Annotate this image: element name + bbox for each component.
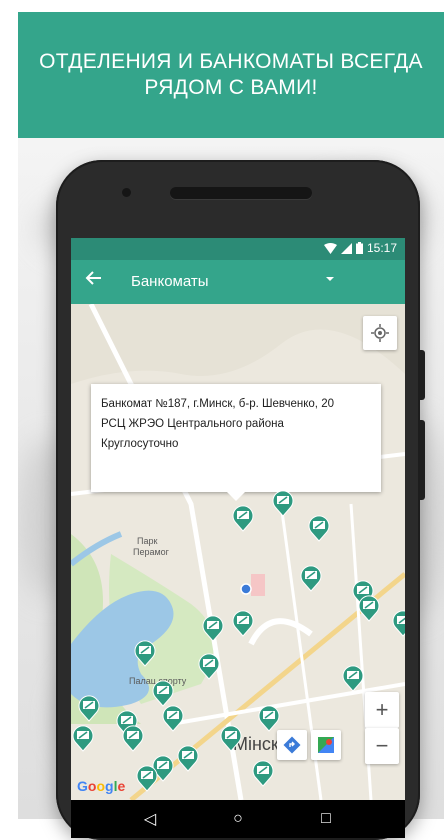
screen-title[interactable]: Банкоматы	[131, 273, 209, 290]
phone-frame: 15:17 Банкоматы Парк Перамог Палац спорт…	[56, 160, 425, 840]
caret-down-icon	[326, 277, 334, 281]
atm-marker-icon[interactable]	[161, 704, 185, 732]
atm-address: Банкомат №187, г.Минск, б-р. Шевченко, 2…	[101, 398, 334, 410]
atm-marker-icon[interactable]	[307, 514, 331, 542]
atm-marker-icon[interactable]	[176, 744, 200, 772]
atm-marker-icon[interactable]	[251, 759, 275, 787]
map-label-park: Парк	[137, 536, 158, 546]
atm-info-window[interactable]: Банкомат №187, г.Минск, б-р. Шевченко, 2…	[91, 384, 381, 501]
my-location-button[interactable]	[363, 316, 397, 350]
wifi-icon	[323, 242, 337, 254]
directions-button[interactable]	[277, 730, 307, 760]
zoom-in-button[interactable]: +	[365, 692, 399, 728]
atm-marker-icon[interactable]	[219, 724, 243, 752]
promo-title-line2: РЯДОМ С ВАМИ!	[144, 76, 318, 99]
atm-marker-icon[interactable]	[71, 724, 95, 752]
atm-marker-icon[interactable]	[133, 639, 157, 667]
atm-marker-icon[interactable]	[77, 694, 101, 722]
front-camera	[122, 188, 131, 197]
atm-marker-icon[interactable]	[341, 664, 365, 692]
google-maps-icon	[318, 737, 334, 753]
map-view[interactable]: Парк Перамог Палац спорту Мінск Банкомат…	[71, 304, 405, 800]
atm-marker-icon[interactable]	[231, 504, 255, 532]
title-dropdown[interactable]	[324, 272, 336, 286]
signal-icon	[340, 242, 352, 254]
google-logo: Google	[77, 778, 126, 794]
atm-location: РСЦ ЖРЭО Центрального района	[101, 418, 284, 430]
directions-icon	[283, 736, 301, 754]
atm-marker-icon[interactable]	[197, 652, 221, 680]
atm-marker-icon[interactable]	[121, 724, 145, 752]
phone-screen: 15:17 Банкоматы Парк Перамог Палац спорт…	[71, 238, 405, 838]
crosshair-icon	[371, 324, 389, 342]
map-label-park2: Перамог	[133, 547, 169, 557]
power-button	[420, 350, 425, 400]
arrow-left-icon	[85, 271, 101, 285]
nav-recents-button[interactable]: □	[314, 808, 338, 830]
atm-marker-icon[interactable]	[201, 614, 225, 642]
atm-marker-icon[interactable]	[135, 764, 159, 792]
promo-banner: ОТДЕЛЕНИЯ И БАНКОМАТЫ ВСЕГДА РЯДОМ С ВАМ…	[18, 12, 444, 138]
atm-marker-icon[interactable]	[357, 594, 381, 622]
status-bar: 15:17	[71, 238, 405, 260]
open-maps-button[interactable]	[311, 730, 341, 760]
atm-marker-icon[interactable]	[257, 704, 281, 732]
atm-marker-icon[interactable]	[299, 564, 323, 592]
atm-marker-icon[interactable]	[231, 609, 255, 637]
status-time: 15:17	[366, 241, 397, 255]
app-bar: Банкоматы	[71, 260, 405, 304]
nav-home-button[interactable]: ○	[226, 808, 250, 830]
nav-back-button[interactable]: ◁	[138, 808, 162, 830]
zoom-out-button[interactable]: −	[365, 728, 399, 764]
android-nav-bar: ◁ ○ □	[71, 800, 405, 838]
atm-marker-icon[interactable]	[391, 609, 405, 637]
back-button[interactable]	[85, 269, 103, 293]
battery-icon	[355, 242, 363, 254]
promo-title-line1: ОТДЕЛЕНИЯ И БАНКОМАТЫ ВСЕГДА	[39, 50, 423, 73]
volume-button	[420, 420, 425, 500]
atm-hours: Круглосуточно	[101, 438, 179, 450]
atm-marker-icon[interactable]	[151, 679, 175, 707]
atm-marker-icon[interactable]	[271, 489, 295, 517]
phone-speaker	[170, 187, 312, 199]
